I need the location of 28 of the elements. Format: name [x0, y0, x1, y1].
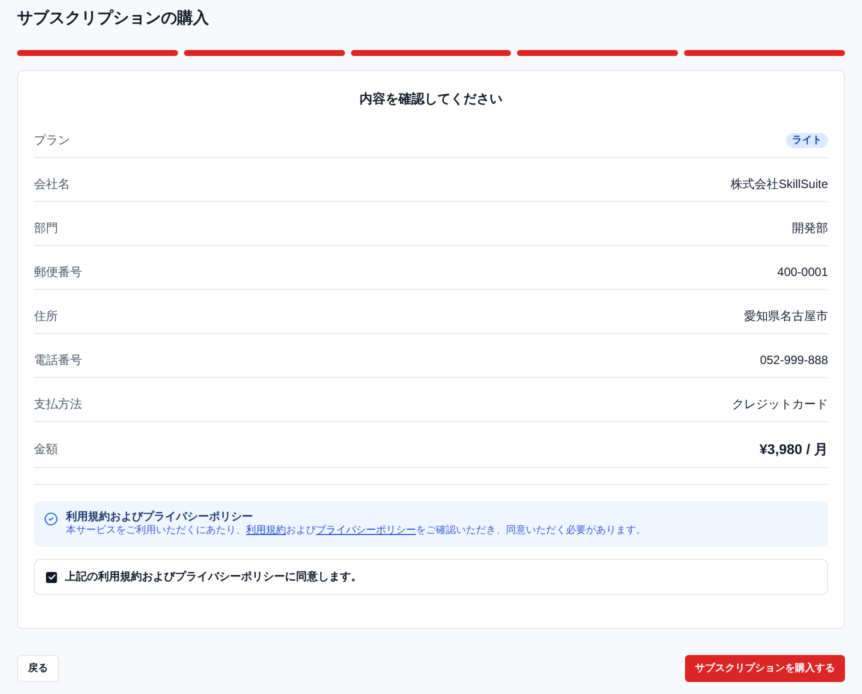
field-value: 株式会社SkillSuite [730, 176, 828, 192]
field-label: 電話番号 [34, 352, 82, 368]
notice-description: 本サービスをご利用いただくにあたり、利用規約およびプライバシーポリシーをご確認いただき、同意いただく必要があります。 [66, 524, 646, 538]
checkmark-icon [48, 573, 56, 581]
page-title: サブスクリプションの購入 [17, 9, 210, 29]
agreement-label: 上記の利用規約およびプライバシーポリシーに同意します。 [65, 570, 362, 584]
check-circle-icon [44, 512, 58, 526]
plan-badge: ライト [786, 132, 828, 148]
field-label: 金額 [34, 441, 58, 457]
field-label: プラン [34, 132, 70, 148]
policy-link[interactable]: 利用規約 [246, 525, 286, 536]
field-label: 住所 [34, 308, 58, 324]
field-label: 会社名 [34, 176, 70, 192]
field-label: 部門 [34, 220, 58, 236]
notice-title: 利用規約およびプライバシーポリシー [66, 510, 254, 524]
field-label: 支払方法 [34, 396, 82, 412]
amount-value: ¥3,980 / 月 [760, 440, 828, 459]
agreement-checkbox[interactable] [46, 572, 57, 582]
field-value: 052-999-888 [760, 352, 828, 368]
policy-link[interactable]: プライバシーポリシー [316, 525, 416, 536]
back-button[interactable]: 戻る [17, 655, 59, 682]
purchase-button[interactable]: サブスクリプションを購入する [685, 655, 845, 682]
field-value: 愛知県名古屋市 [744, 308, 828, 324]
card-heading: 内容を確認してください [358, 90, 504, 108]
field-label: 郵便番号 [34, 264, 82, 280]
field-value: 開発部 [792, 220, 828, 236]
field-value: クレジットカード [732, 396, 828, 412]
field-value: 400-0001 [777, 264, 828, 280]
